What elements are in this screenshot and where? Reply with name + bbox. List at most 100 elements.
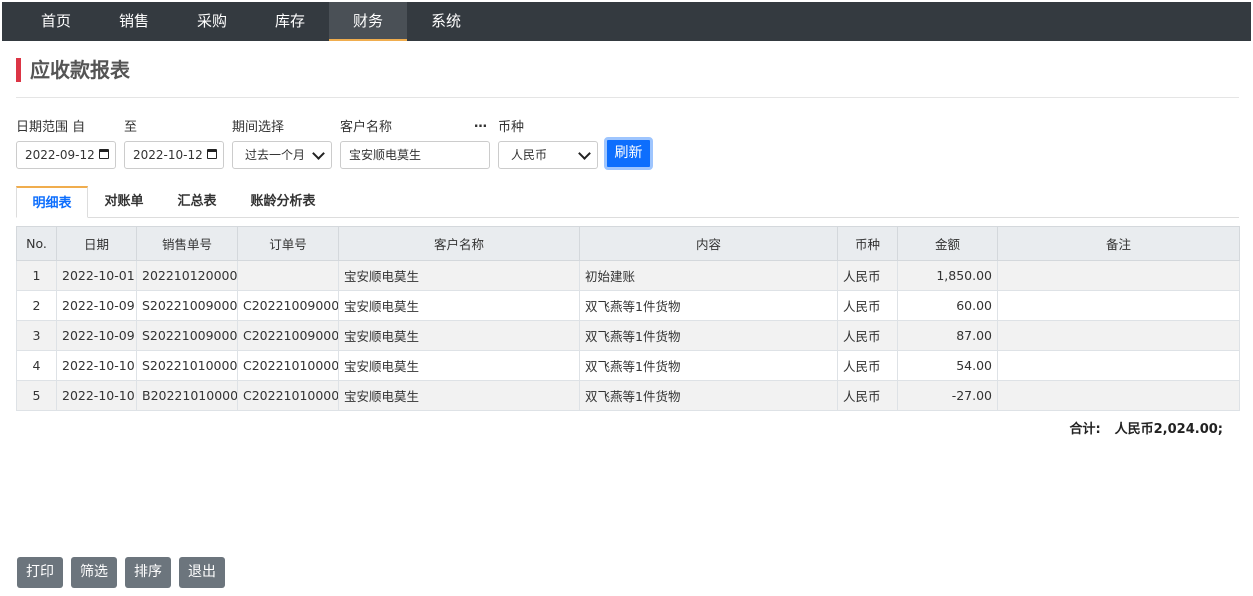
cell-currency: 人民币 xyxy=(837,380,898,411)
table-row[interactable]: 5 2022-10-10 B202210100001 C202210100001… xyxy=(16,380,1240,411)
cell-date: 2022-10-10 xyxy=(56,350,137,381)
cell-customer: 宝安顺电莫生 xyxy=(338,260,580,291)
column-header-no[interactable]: No. xyxy=(16,226,57,261)
nav-item-home[interactable]: 首页 xyxy=(16,2,96,41)
tab-statement[interactable]: 对账单 xyxy=(92,186,156,218)
cell-sales-no: 2022101200001 xyxy=(136,260,238,291)
cell-order-no: C202210090001 xyxy=(237,290,339,321)
cell-currency: 人民币 xyxy=(837,260,898,291)
date-from-value: 2022-09-12 xyxy=(25,148,95,162)
cell-amount: 87.00 xyxy=(897,320,998,351)
exit-button[interactable]: 退出 xyxy=(179,557,225,588)
cell-order-no xyxy=(237,260,339,291)
cell-sales-no: B202210100001 xyxy=(136,380,238,411)
period-select-value: 过去一个月 xyxy=(245,148,306,162)
nav-item-sales[interactable]: 销售 xyxy=(94,2,174,41)
calendar-icon[interactable] xyxy=(207,149,217,159)
date-to-label: 至 xyxy=(124,120,138,135)
cell-remark xyxy=(997,320,1240,351)
column-header-date[interactable]: 日期 xyxy=(56,226,137,261)
cell-currency: 人民币 xyxy=(837,290,898,321)
top-nav: 首页 销售 采购 库存 财务 系统 xyxy=(2,2,1251,41)
cell-order-no: C202210090002 xyxy=(237,320,339,351)
cell-amount: 1,850.00 xyxy=(897,260,998,291)
cell-no: 3 xyxy=(16,320,57,351)
tab-summary[interactable]: 汇总表 xyxy=(166,186,228,218)
cell-content: 双飞燕等1件货物 xyxy=(579,380,838,411)
cell-content: 双飞燕等1件货物 xyxy=(579,290,838,321)
customer-input[interactable]: 宝安顺电莫生 xyxy=(340,141,490,169)
cell-date: 2022-10-09 xyxy=(56,290,137,321)
receivables-table: No. 日期 销售单号 订单号 客户名称 内容 币种 金额 备注 1 2022-… xyxy=(16,226,1240,411)
table-row[interactable]: 1 2022-10-01 2022101200001 宝安顺电莫生 初始建账 人… xyxy=(16,260,1240,291)
cell-customer: 宝安顺电莫生 xyxy=(338,350,580,381)
customer-label: 客户名称 xyxy=(340,120,393,135)
cell-currency: 人民币 xyxy=(837,320,898,351)
chevron-down-icon xyxy=(578,147,591,160)
currency-label: 币种 xyxy=(498,120,525,135)
tab-aging-analysis[interactable]: 账龄分析表 xyxy=(240,186,326,218)
table-header-row: No. 日期 销售单号 订单号 客户名称 内容 币种 金额 备注 xyxy=(16,226,1240,261)
cell-remark xyxy=(997,350,1240,381)
cell-date: 2022-10-01 xyxy=(56,260,137,291)
column-header-customer[interactable]: 客户名称 xyxy=(338,226,580,261)
column-header-order-no[interactable]: 订单号 xyxy=(237,226,339,261)
cell-currency: 人民币 xyxy=(837,350,898,381)
cell-customer: 宝安顺电莫生 xyxy=(338,380,580,411)
column-header-amount[interactable]: 金额 xyxy=(897,226,998,261)
cell-order-no: C202210100001 xyxy=(237,380,339,411)
total-label: 合计: xyxy=(1069,422,1101,437)
currency-select[interactable]: 人民币 xyxy=(498,141,598,169)
cell-date: 2022-10-10 xyxy=(56,380,137,411)
cell-no: 2 xyxy=(16,290,57,321)
date-from-input[interactable]: 2022-09-12 xyxy=(16,141,116,169)
cell-sales-no: S202210090002 xyxy=(136,320,238,351)
column-header-remark[interactable]: 备注 xyxy=(997,226,1240,261)
title-divider xyxy=(16,97,1239,98)
refresh-button[interactable]: 刷新 xyxy=(604,137,653,170)
cell-no: 5 xyxy=(16,380,57,411)
nav-item-purchase[interactable]: 采购 xyxy=(172,2,252,41)
calendar-icon[interactable] xyxy=(99,149,109,159)
customer-input-value: 宝安顺电莫生 xyxy=(349,148,422,162)
cell-no: 4 xyxy=(16,350,57,381)
cell-content: 初始建账 xyxy=(579,260,838,291)
nav-item-system[interactable]: 系统 xyxy=(406,2,486,41)
cell-amount: -27.00 xyxy=(897,380,998,411)
cell-remark xyxy=(997,380,1240,411)
column-header-content[interactable]: 内容 xyxy=(579,226,838,261)
nav-item-inventory[interactable]: 库存 xyxy=(250,2,330,41)
table-row[interactable]: 4 2022-10-10 S202210100001 C202210100001… xyxy=(16,350,1240,381)
table-row[interactable]: 2 2022-10-09 S202210090001 C202210090001… xyxy=(16,290,1240,321)
cell-order-no: C202210100001 xyxy=(237,350,339,381)
chevron-down-icon xyxy=(312,147,325,160)
cell-content: 双飞燕等1件货物 xyxy=(579,320,838,351)
date-range-label: 日期范围 自 xyxy=(16,120,86,135)
column-header-currency[interactable]: 币种 xyxy=(837,226,898,261)
period-label: 期间选择 xyxy=(232,120,285,135)
cell-remark xyxy=(997,260,1240,291)
cell-sales-no: S202210100001 xyxy=(136,350,238,381)
print-button[interactable]: 打印 xyxy=(17,557,63,588)
cell-amount: 60.00 xyxy=(897,290,998,321)
total-value: 人民币2,024.00; xyxy=(1114,422,1223,437)
sort-button[interactable]: 排序 xyxy=(125,557,171,588)
table-row[interactable]: 3 2022-10-09 S202210090002 C202210090002… xyxy=(16,320,1240,351)
cell-customer: 宝安顺电莫生 xyxy=(338,290,580,321)
column-header-sales-no[interactable]: 销售单号 xyxy=(136,226,238,261)
cell-amount: 54.00 xyxy=(897,350,998,381)
cell-sales-no: S202210090001 xyxy=(136,290,238,321)
nav-item-finance[interactable]: 财务 xyxy=(329,2,407,41)
cell-remark xyxy=(997,290,1240,321)
filter-button[interactable]: 筛选 xyxy=(71,557,117,588)
cell-no: 1 xyxy=(16,260,57,291)
tab-detail[interactable]: 明细表 xyxy=(16,186,88,218)
period-select[interactable]: 过去一个月 xyxy=(232,141,332,169)
more-options-icon[interactable]: … xyxy=(474,116,487,131)
page-title: 应收款报表 xyxy=(16,58,130,82)
currency-select-value: 人民币 xyxy=(511,148,548,162)
cell-content: 双飞燕等1件货物 xyxy=(579,350,838,381)
cell-customer: 宝安顺电莫生 xyxy=(338,320,580,351)
date-to-input[interactable]: 2022-10-12 xyxy=(124,141,224,169)
date-to-value: 2022-10-12 xyxy=(133,148,203,162)
